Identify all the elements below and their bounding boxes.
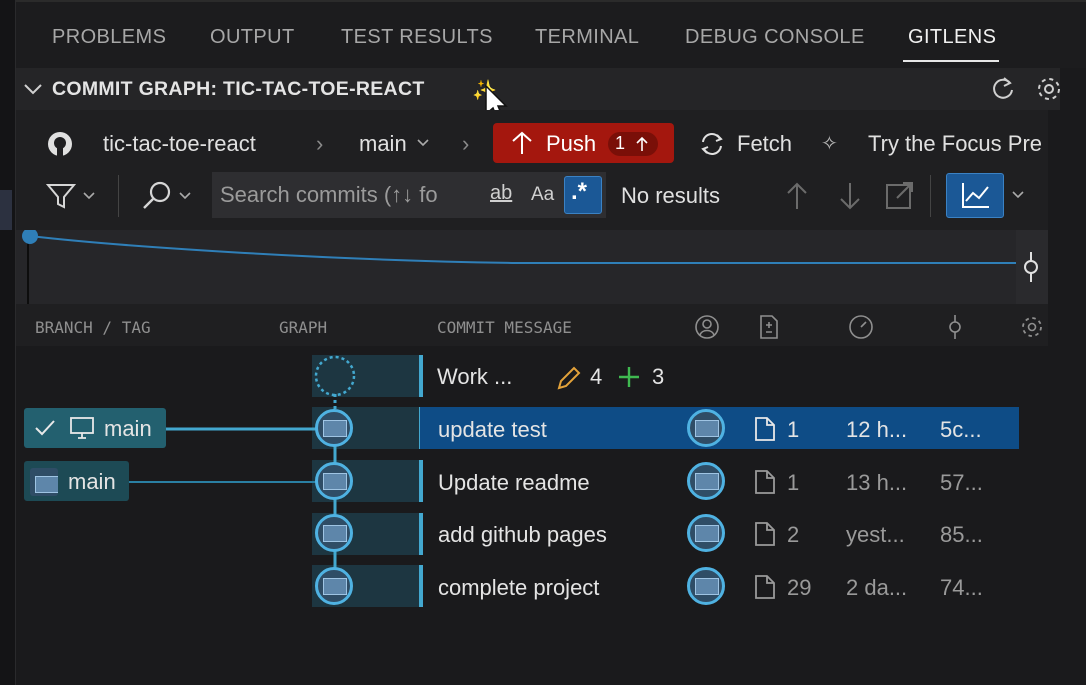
search-status: No results [621, 183, 721, 208]
push-label: Push [546, 131, 597, 156]
file-icon [755, 470, 775, 494]
tab-gitlens[interactable]: GITLENS [908, 26, 996, 49]
push-count: 1 [615, 133, 626, 153]
chevron-down-icon[interactable] [82, 189, 96, 203]
column-header-message[interactable]: COMMIT MESSAGE [437, 318, 572, 337]
search-placeholder: Search commits (↑↓ fo [220, 182, 438, 207]
commit-file-count: 1 [787, 417, 800, 442]
commit-node-avatar[interactable] [315, 462, 353, 500]
commit-date: yest... [846, 522, 905, 547]
plus-icon [619, 367, 639, 387]
sha-column-icon[interactable] [942, 314, 968, 340]
tab-debug-console[interactable]: DEBUG CONSOLE [685, 26, 865, 49]
wip-changed-count: 4 [590, 364, 603, 389]
line-chart-icon [962, 183, 989, 208]
arrow-down-icon[interactable] [839, 181, 861, 211]
repo-breadcrumb[interactable]: tic-tac-toe-react [103, 131, 256, 157]
commit-file-count: 1 [787, 470, 800, 495]
view-title: COMMIT GRAPH: TIC-TAC-TOE-REACT [52, 78, 425, 100]
open-in-new-icon[interactable] [885, 180, 915, 210]
file-icon [755, 417, 775, 441]
commit-sha[interactable]: 57... [940, 470, 983, 496]
column-header-branch[interactable]: BRANCH / TAG [35, 318, 151, 337]
commit-node-avatar[interactable] [315, 514, 353, 552]
active-tab-indicator [903, 60, 999, 62]
wip-label[interactable]: Work ... [437, 364, 512, 390]
author-avatar [687, 514, 725, 552]
editor-gutter [0, 0, 16, 685]
author-avatar [687, 462, 725, 500]
author-avatar [687, 409, 725, 447]
chevron-down-icon[interactable] [416, 136, 430, 150]
commit-file-count: 29 [787, 575, 812, 600]
minimap-activity-line [22, 230, 1016, 304]
computer-icon [70, 417, 94, 439]
refresh-icon[interactable] [988, 74, 1018, 104]
arrow-up-icon [636, 136, 648, 151]
commit-file-count: 2 [787, 522, 800, 547]
gear-icon[interactable] [1034, 74, 1064, 104]
tab-test-results[interactable]: TEST RESULTS [341, 26, 493, 49]
branch-label: main [104, 416, 152, 441]
arrow-up-icon [512, 131, 532, 154]
tab-problems[interactable]: PROBLEMS [52, 26, 166, 49]
check-icon [35, 420, 55, 436]
gutter-marker [0, 190, 12, 230]
github-icon [48, 132, 72, 156]
fetch-sync-icon [701, 133, 723, 155]
branch-label: main [68, 469, 116, 494]
pencil-icon [557, 366, 581, 390]
chevron-down-icon[interactable] [1011, 188, 1025, 202]
breadcrumb-separator: › [462, 131, 470, 156]
regex-icon: .* [571, 178, 588, 205]
column-header-graph[interactable]: GRAPH [279, 318, 327, 337]
arrow-up-icon[interactable] [786, 181, 808, 211]
commit-node-avatar[interactable] [315, 567, 353, 605]
gear-icon[interactable] [1019, 314, 1045, 340]
filter-icon[interactable] [46, 182, 76, 210]
commit-message[interactable]: add github pages [438, 522, 607, 548]
author-column-icon[interactable] [694, 314, 720, 340]
commit-date: 12 h... [846, 417, 908, 442]
commit-node-icon [1024, 252, 1038, 282]
match-case-toggle[interactable]: Aa [531, 184, 554, 206]
commit-date: 13 h... [846, 470, 908, 495]
file-icon [755, 575, 775, 599]
breadcrumb-separator: › [316, 131, 324, 156]
commit-message[interactable]: update test [438, 417, 547, 443]
match-whole-word-toggle[interactable]: ab [490, 182, 512, 205]
date-column-icon[interactable] [848, 314, 874, 340]
commit-message[interactable]: complete project [438, 575, 599, 601]
sparkle-icon: ✧ [821, 133, 838, 155]
chevron-down-icon[interactable] [22, 78, 44, 100]
file-icon [755, 522, 775, 546]
commit-date: 2 da... [846, 575, 908, 600]
remote-avatar [30, 468, 58, 496]
chevron-down-icon[interactable] [178, 189, 192, 203]
commit-sha[interactable]: 85... [940, 522, 983, 548]
fetch-button[interactable]: Fetch [737, 131, 792, 157]
commit-node-avatar[interactable] [315, 409, 353, 447]
branch-breadcrumb[interactable]: main [359, 131, 407, 157]
wip-added-count: 3 [652, 364, 665, 389]
search-icon[interactable] [141, 180, 173, 212]
author-avatar [687, 567, 725, 605]
toolbar-divider [930, 175, 931, 217]
focus-preview-link[interactable]: Try the Focus Pre [868, 131, 1042, 156]
tab-terminal[interactable]: TERMINAL [535, 26, 639, 49]
commit-message[interactable]: Update readme [438, 470, 590, 496]
commit-sha[interactable]: 5c... [940, 417, 982, 443]
toolbar-divider [118, 175, 119, 217]
commit-sha[interactable]: 74... [940, 575, 983, 601]
changes-column-icon[interactable] [756, 314, 782, 340]
focus-preview-link-wrap: Try the Focus Pre [868, 131, 1048, 157]
tab-output[interactable]: OUTPUT [210, 26, 295, 49]
